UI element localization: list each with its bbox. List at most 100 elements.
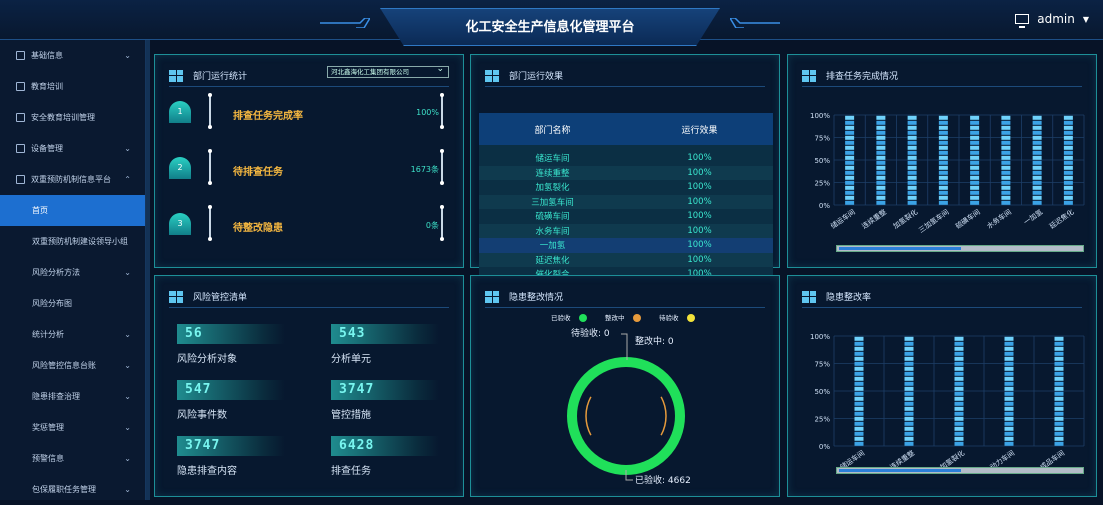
legend-swatch [687, 314, 695, 322]
x-tick-label: 一加氢 [1022, 207, 1044, 226]
sidebar-item[interactable]: 双重预防机制建设领导小组 [0, 226, 145, 257]
sidebar: 基础信息 ⌄ 教育培训 安全教育培训管理 设备管理 ⌄ 双重预防机制信息平台 ⌃ 首页 双重预防机… [0, 40, 146, 500]
book-icon [16, 82, 25, 91]
dept-cell: 硫磺车间 [535, 212, 570, 223]
sidebar-item[interactable]: 首页 [0, 195, 145, 226]
y-tick-label: 50% [814, 388, 830, 396]
table-row[interactable]: 连续重整 100% [479, 165, 773, 180]
y-tick-label: 25% [814, 180, 830, 188]
stat-row: 2 待排查任务 1673条 [169, 149, 459, 191]
chart-scrollbar[interactable] [836, 245, 1084, 252]
panel-dept-effect: 部门运行效果 部门名称 运行效果 储运车间 100% 连续重整 100% 加氢裂化 100… [470, 54, 780, 282]
user-menu[interactable]: admin ▼ [1015, 12, 1089, 28]
panel-rectify: 隐患整改情况 已验收 整改中 待验收 待验收: 0 整改中: 0 已验收: 4662 [470, 275, 780, 497]
sidebar-item[interactable]: 基础信息 ⌄ [0, 40, 145, 71]
risk-stat: 3747 管控措施 [331, 380, 439, 421]
training-icon [16, 113, 25, 122]
sidebar-item-label: 奖惩管理 [32, 423, 64, 432]
sidebar-item[interactable]: 统计分析 ⌄ [0, 319, 145, 350]
stat-divider [440, 205, 444, 241]
ring-slice[interactable] [567, 357, 685, 475]
annotation-wait: 待验收: 0 [571, 327, 610, 339]
left-deco-icon [320, 18, 370, 28]
sidebar-item[interactable]: 双重预防机制信息平台 ⌃ [0, 164, 145, 195]
dept-cell: 连续重整 [535, 168, 570, 179]
dept-cell: 一加氢 [539, 241, 566, 252]
right-deco-icon [730, 18, 780, 28]
panel-title: 风险管控清单 [193, 293, 248, 303]
sidebar-item[interactable]: 包保履职任务管理 ⌄ [0, 474, 145, 505]
sidebar-item[interactable]: 设备管理 ⌄ [0, 133, 145, 164]
y-tick-label: 75% [814, 135, 830, 143]
sidebar-item[interactable]: 安全教育培训管理 [0, 102, 145, 133]
effect-cell: 100% [687, 167, 712, 178]
dept-cell: 加氢裂化 [535, 183, 570, 194]
risk-stat: 3747 隐患排查内容 [177, 436, 285, 477]
chevron-icon: ⌄ [124, 454, 131, 463]
y-tick-label: 50% [814, 157, 830, 165]
col-effect: 运行效果 [681, 125, 718, 136]
effect-cell: 100% [687, 182, 712, 193]
sidebar-item[interactable]: 奖惩管理 ⌄ [0, 412, 145, 443]
stat-number-badge: 2 [169, 157, 191, 179]
dept-cell: 三加氢车间 [531, 197, 574, 208]
chart-scrollbar[interactable] [836, 467, 1084, 474]
risk-label: 隐患排查内容 [177, 466, 237, 477]
stat-number-badge: 1 [169, 101, 191, 123]
table-row[interactable]: 硫磺车间 100% [479, 209, 773, 224]
sidebar-item[interactable]: 风险管控信息台账 ⌄ [0, 350, 145, 381]
company-select[interactable]: 河北鑫海化工集团有限公司 [327, 64, 449, 78]
risk-count: 6428 [331, 436, 439, 456]
sidebar-item[interactable]: 风险分析方法 ⌄ [0, 257, 145, 288]
chevron-icon: ⌄ [124, 361, 131, 370]
sidebar-scrollbar[interactable] [146, 40, 150, 500]
panel-title: 隐患整改率 [826, 293, 872, 303]
sidebar-item-label: 包保履职任务管理 [32, 485, 96, 494]
risk-count: 547 [177, 380, 285, 400]
info-icon [16, 51, 25, 60]
effect-cell: 100% [687, 225, 712, 236]
stat-value: 0条 [425, 221, 439, 230]
sidebar-item[interactable]: 隐患排查治理 ⌄ [0, 381, 145, 412]
sidebar-item-label: 风险分布图 [32, 299, 72, 308]
table-row[interactable]: 三加氢车间 100% [479, 194, 773, 209]
legend-swatch [579, 314, 587, 322]
panel-title: 隐患整改情况 [509, 293, 564, 303]
sidebar-item-label: 隐患排查治理 [32, 392, 80, 401]
stat-row: 1 排查任务完成率 100% [169, 93, 459, 135]
chevron-icon: ⌄ [124, 392, 131, 401]
task-done-chart: 0% 25% 50% 75% 100% 储运车间 连续重整 加氢裂化三加氢车间 硫磺车间 水务车间… [810, 112, 1085, 235]
table-row[interactable]: 一加氢 100% [479, 238, 773, 253]
stat-label: 排查任务完成率 [233, 111, 303, 122]
table-row[interactable]: 储运车间 100% [479, 151, 773, 166]
stat-divider [208, 205, 212, 241]
table-row[interactable]: 延迟焦化 100% [479, 252, 773, 267]
risk-label: 风险分析对象 [177, 354, 237, 365]
effect-cell: 100% [687, 211, 712, 222]
stat-divider [208, 93, 212, 129]
stat-label: 待排查任务 [233, 167, 283, 178]
chevron-icon: ⌄ [124, 268, 131, 277]
panel-title: 排查任务完成情况 [826, 72, 899, 82]
app-title: 化工安全生产信息化管理平台 [465, 20, 635, 35]
sidebar-item[interactable]: 风险分布图 [0, 288, 145, 319]
legend-label: 待验收 [659, 313, 679, 322]
sidebar-item-label: 设备管理 [31, 144, 63, 153]
table-row[interactable]: 加氢裂化 100% [479, 180, 773, 195]
chevron-icon: ⌄ [124, 485, 131, 494]
stat-value: 100% [416, 108, 439, 117]
sidebar-item[interactable]: 预警信息 ⌄ [0, 443, 145, 474]
stat-label: 待整改隐患 [233, 223, 283, 234]
panel-header: 隐患整改情况 [485, 286, 765, 308]
panel-header: 隐患整改率 [802, 286, 1082, 308]
legend-swatch [633, 314, 641, 322]
panel-risk-list: 风险管控清单 56 风险分析对象 543 分析单元 547 风险事件数 3747 管控措施 37… [154, 275, 464, 497]
annotation-doing: 整改中: 0 [635, 335, 674, 347]
table-row[interactable]: 水务车间 100% [479, 223, 773, 238]
chevron-icon: ⌄ [124, 423, 131, 432]
panel-grid-icon [485, 290, 499, 303]
sidebar-item[interactable]: 教育培训 [0, 71, 145, 102]
sidebar-item-label: 风险分析方法 [32, 268, 80, 277]
sidebar-item-label: 双重预防机制建设领导小组 [32, 237, 128, 246]
stat-number-badge: 3 [169, 213, 191, 235]
